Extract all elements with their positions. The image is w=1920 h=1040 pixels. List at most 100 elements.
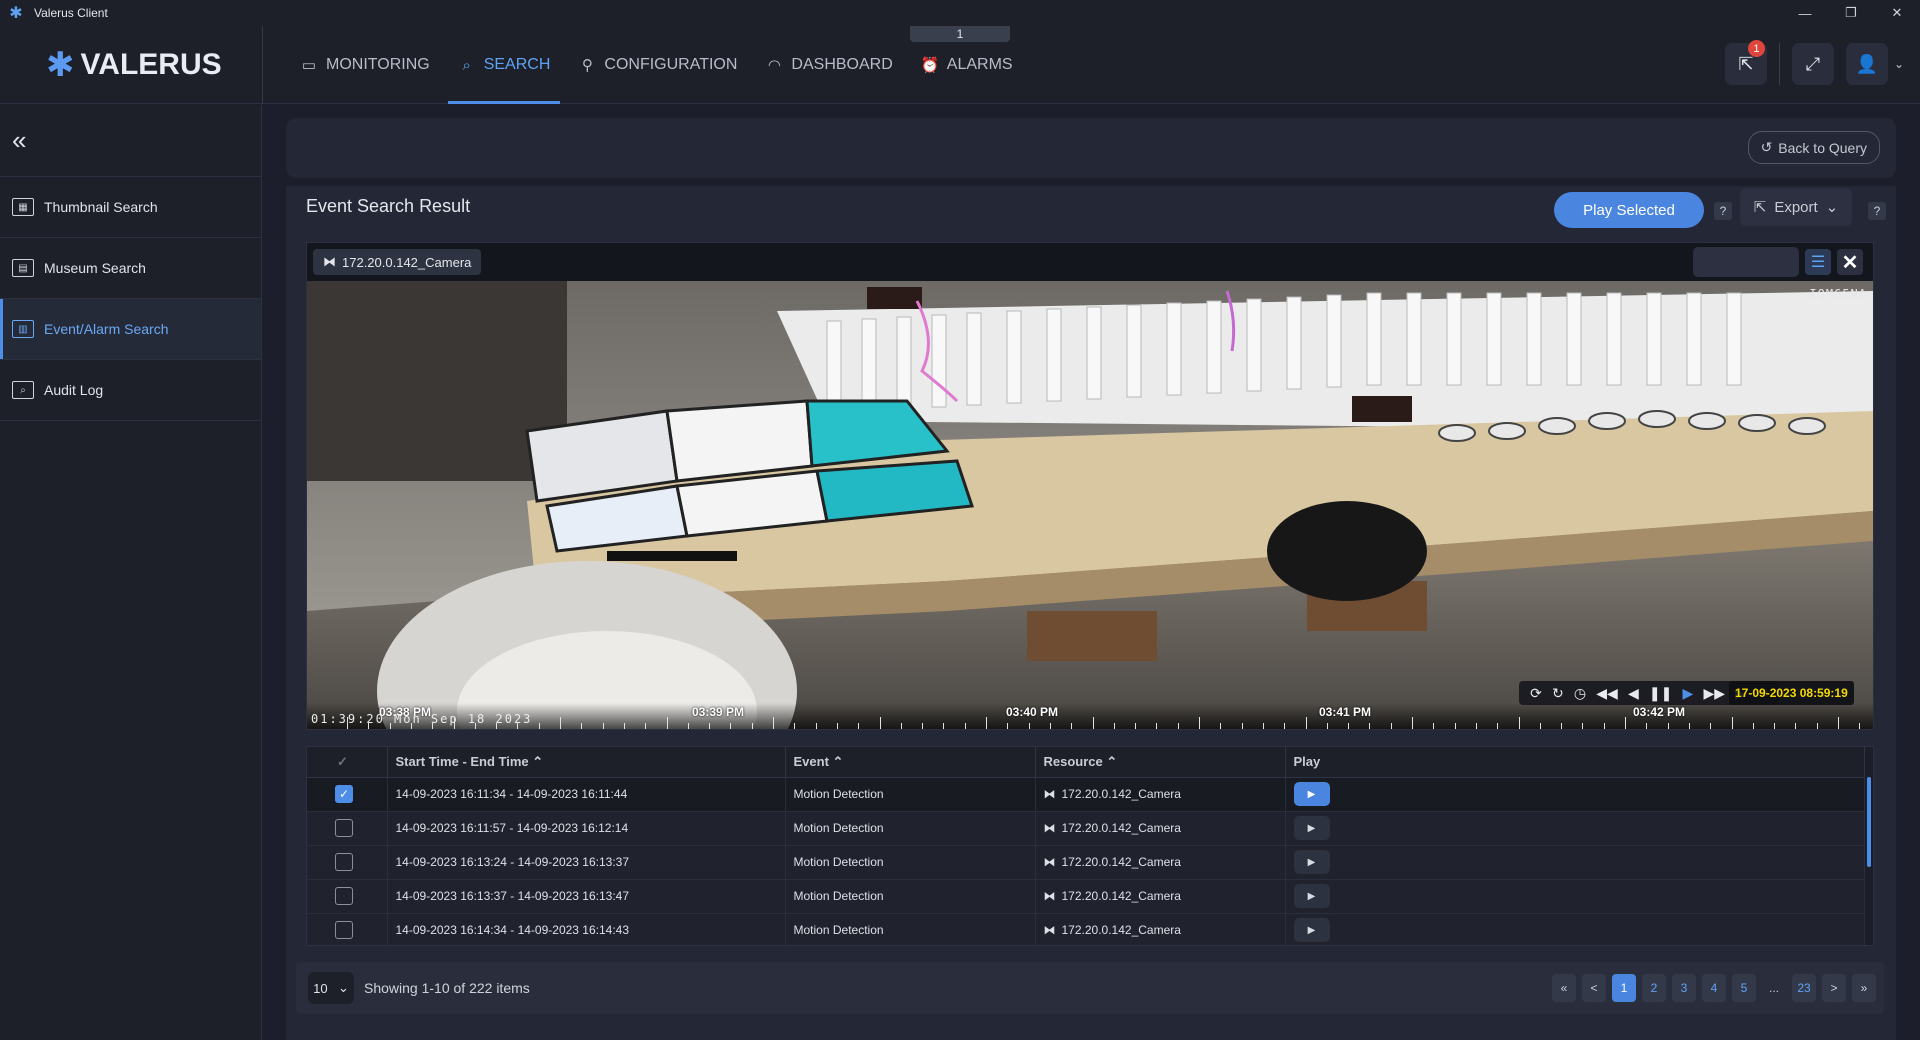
row-resource: 172.20.0.142_Camera (1061, 855, 1181, 869)
tab-search[interactable]: ⌕ SEARCH (447, 26, 561, 104)
sync-icon[interactable]: ⟳ (1530, 685, 1542, 702)
page-button-2[interactable]: 2 (1642, 974, 1666, 1002)
play-selected-button[interactable]: Play Selected (1554, 192, 1704, 228)
play-icon: ▶ (1307, 856, 1316, 868)
timeline-tick (1390, 723, 1392, 729)
prev-page-button[interactable]: < (1582, 974, 1606, 1002)
timeline-tick (687, 723, 689, 729)
row-play-button[interactable]: ▶ (1293, 850, 1330, 874)
sort-asc-icon: ⌃ (832, 753, 844, 769)
timeline-tick (1220, 723, 1222, 729)
sidebar-item-thumbnail-search[interactable]: ▦ Thumbnail Search (0, 177, 261, 238)
tab-configuration[interactable]: ⚲ CONFIGURATION (568, 26, 747, 104)
timeline-tick (560, 717, 561, 729)
notifications-button[interactable]: ⇱ 1 (1724, 40, 1767, 85)
row-checkbox[interactable] (335, 921, 353, 939)
pause-icon[interactable]: ❚❚ (1649, 685, 1672, 702)
video-frame[interactable]: IQM65NA ⟳ ↻ ◷ ◀◀ ◀ ❚❚ ▶ ▶▶ ▶ ⇥ 17-09-202… (307, 281, 1873, 729)
column-header-resource[interactable]: Resource ⌃ (1035, 747, 1286, 778)
timer-icon[interactable]: ◷ (1574, 685, 1586, 702)
chevron-down-icon[interactable]: ⌄ (1894, 57, 1904, 71)
tab-alarms[interactable]: ⏰ ALARMS (911, 26, 1023, 104)
timeline-tick (964, 723, 966, 729)
fast-rewind-icon[interactable]: ◀◀ (1596, 685, 1618, 702)
alarm-icon: ⏰ (920, 57, 940, 74)
select-all-checkbox[interactable]: ✓ (307, 747, 388, 778)
table-row[interactable]: 14-09-2023 16:11:57 - 14-09-2023 16:12:1… (307, 811, 1865, 846)
page-size-select[interactable]: 10 ⌄ (308, 972, 354, 1004)
camera-video-image (307, 281, 1873, 729)
sidebar-item-event-alarm-search[interactable]: ▥ Event/Alarm Search (0, 299, 261, 360)
sidebar-item-museum-search[interactable]: ▤ Museum Search (0, 238, 261, 299)
play-icon[interactable]: ▶ (1683, 685, 1694, 702)
last-page-button[interactable]: » (1852, 974, 1876, 1002)
page-button-5[interactable]: 5 (1732, 974, 1756, 1002)
next-page-button[interactable]: > (1822, 974, 1846, 1002)
loop-icon[interactable]: ↻ (1552, 685, 1564, 702)
page-button-3[interactable]: 3 (1672, 974, 1696, 1002)
camera-overlay-id: IQM65NA (1809, 287, 1867, 301)
tab-monitoring[interactable]: ▭ MONITORING (290, 26, 440, 104)
player-menu-button[interactable]: ☰ (1805, 249, 1831, 275)
playback-timeline[interactable]: 03:38 PM 03:39 PM 03:40 PM 03:41 PM 03:4… (307, 703, 1873, 729)
back-to-query-button[interactable]: ↺ Back to Query (1747, 131, 1880, 164)
export-button[interactable]: ⇱ Export ⌄ (1740, 188, 1852, 226)
showing-items-text: Showing 1-10 of 222 items (364, 980, 530, 996)
row-play-button[interactable]: ▶ (1293, 918, 1330, 942)
sidebar-item-audit-log[interactable]: ⌕ Audit Log (0, 360, 261, 421)
row-play-button[interactable]: ▶ (1293, 782, 1330, 806)
camera-name: 172.20.0.142_Camera (342, 254, 472, 270)
row-time: 14-09-2023 16:13:37 - 14-09-2023 16:13:4… (387, 879, 786, 914)
row-event: Motion Detection (785, 777, 1036, 812)
timeline-tick (1092, 717, 1094, 729)
player-search-field[interactable] (1693, 247, 1799, 277)
timeline-tick (1177, 723, 1179, 729)
table-row[interactable]: ✓ 14-09-2023 16:11:34 - 14-09-2023 16:11… (307, 777, 1865, 812)
table-row[interactable]: 14-09-2023 16:14:34 - 14-09-2023 16:14:4… (307, 913, 1865, 945)
event-search-result-panel: Event Search Result Play Selected ? ⇱ Ex… (286, 186, 1896, 1040)
close-window-button[interactable]: ✕ (1874, 0, 1920, 26)
tab-dashboard[interactable]: ◠ DASHBOARD (755, 26, 902, 104)
user-menu-button[interactable]: 👤 (1845, 43, 1888, 85)
collapse-sidebar-button[interactable]: « (0, 105, 261, 177)
camera-icon: ⧓ (1043, 923, 1056, 937)
first-page-button[interactable]: « (1552, 974, 1576, 1002)
sidebar-item-label: Museum Search (44, 260, 146, 276)
fast-forward-icon[interactable]: ▶▶ (1703, 685, 1725, 702)
timeline-tick (751, 723, 753, 729)
export-help-icon[interactable]: ? (1868, 202, 1886, 220)
page-button-23[interactable]: 23 (1792, 974, 1816, 1002)
camera-icon: ⧓ (1043, 787, 1056, 801)
timeline-tick (815, 723, 817, 729)
step-back-icon[interactable]: ◀ (1628, 685, 1639, 702)
timeline-tick (1710, 723, 1712, 729)
table-row[interactable]: 14-09-2023 16:13:37 - 14-09-2023 16:13:4… (307, 879, 1865, 914)
camera-tag: ⧓ 172.20.0.142_Camera (313, 249, 482, 275)
table-row[interactable]: 14-09-2023 16:13:24 - 14-09-2023 16:13:3… (307, 845, 1865, 880)
column-header-event[interactable]: Event ⌃ (785, 747, 1036, 778)
fullscreen-button[interactable]: ⤢ (1791, 43, 1834, 85)
page-button-1[interactable]: 1 (1612, 974, 1636, 1002)
row-checkbox[interactable] (335, 819, 353, 837)
page-button-4[interactable]: 4 (1702, 974, 1726, 1002)
timeline-tick (1135, 723, 1137, 729)
video-player: ⧓ 172.20.0.142_Camera ☰ ✕ IQM65NA ⟳ ↻ ◷ … (306, 242, 1874, 730)
row-checkbox[interactable] (335, 853, 353, 871)
page-title: Event Search Result (306, 196, 471, 216)
row-event: Motion Detection (785, 811, 1036, 846)
minimize-button[interactable]: — (1782, 0, 1828, 26)
row-play-button[interactable]: ▶ (1293, 884, 1330, 908)
row-play-button[interactable]: ▶ (1293, 816, 1330, 840)
timeline-tick (1454, 723, 1456, 729)
restore-button[interactable]: ❐ (1828, 0, 1874, 26)
player-close-button[interactable]: ✕ (1837, 249, 1863, 275)
column-header-time[interactable]: Start Time - End Time ⌃ (387, 747, 786, 778)
table-scrollbar[interactable] (1867, 777, 1871, 867)
export-icon: ⇱ (1753, 199, 1767, 216)
query-bar: ↺ Back to Query (286, 118, 1896, 178)
row-checkbox[interactable]: ✓ (335, 785, 353, 803)
play-selected-help-icon[interactable]: ? (1714, 202, 1732, 220)
menu-icon: ☰ (1810, 254, 1826, 271)
timeline-tick (1305, 717, 1307, 729)
row-checkbox[interactable] (335, 887, 353, 905)
